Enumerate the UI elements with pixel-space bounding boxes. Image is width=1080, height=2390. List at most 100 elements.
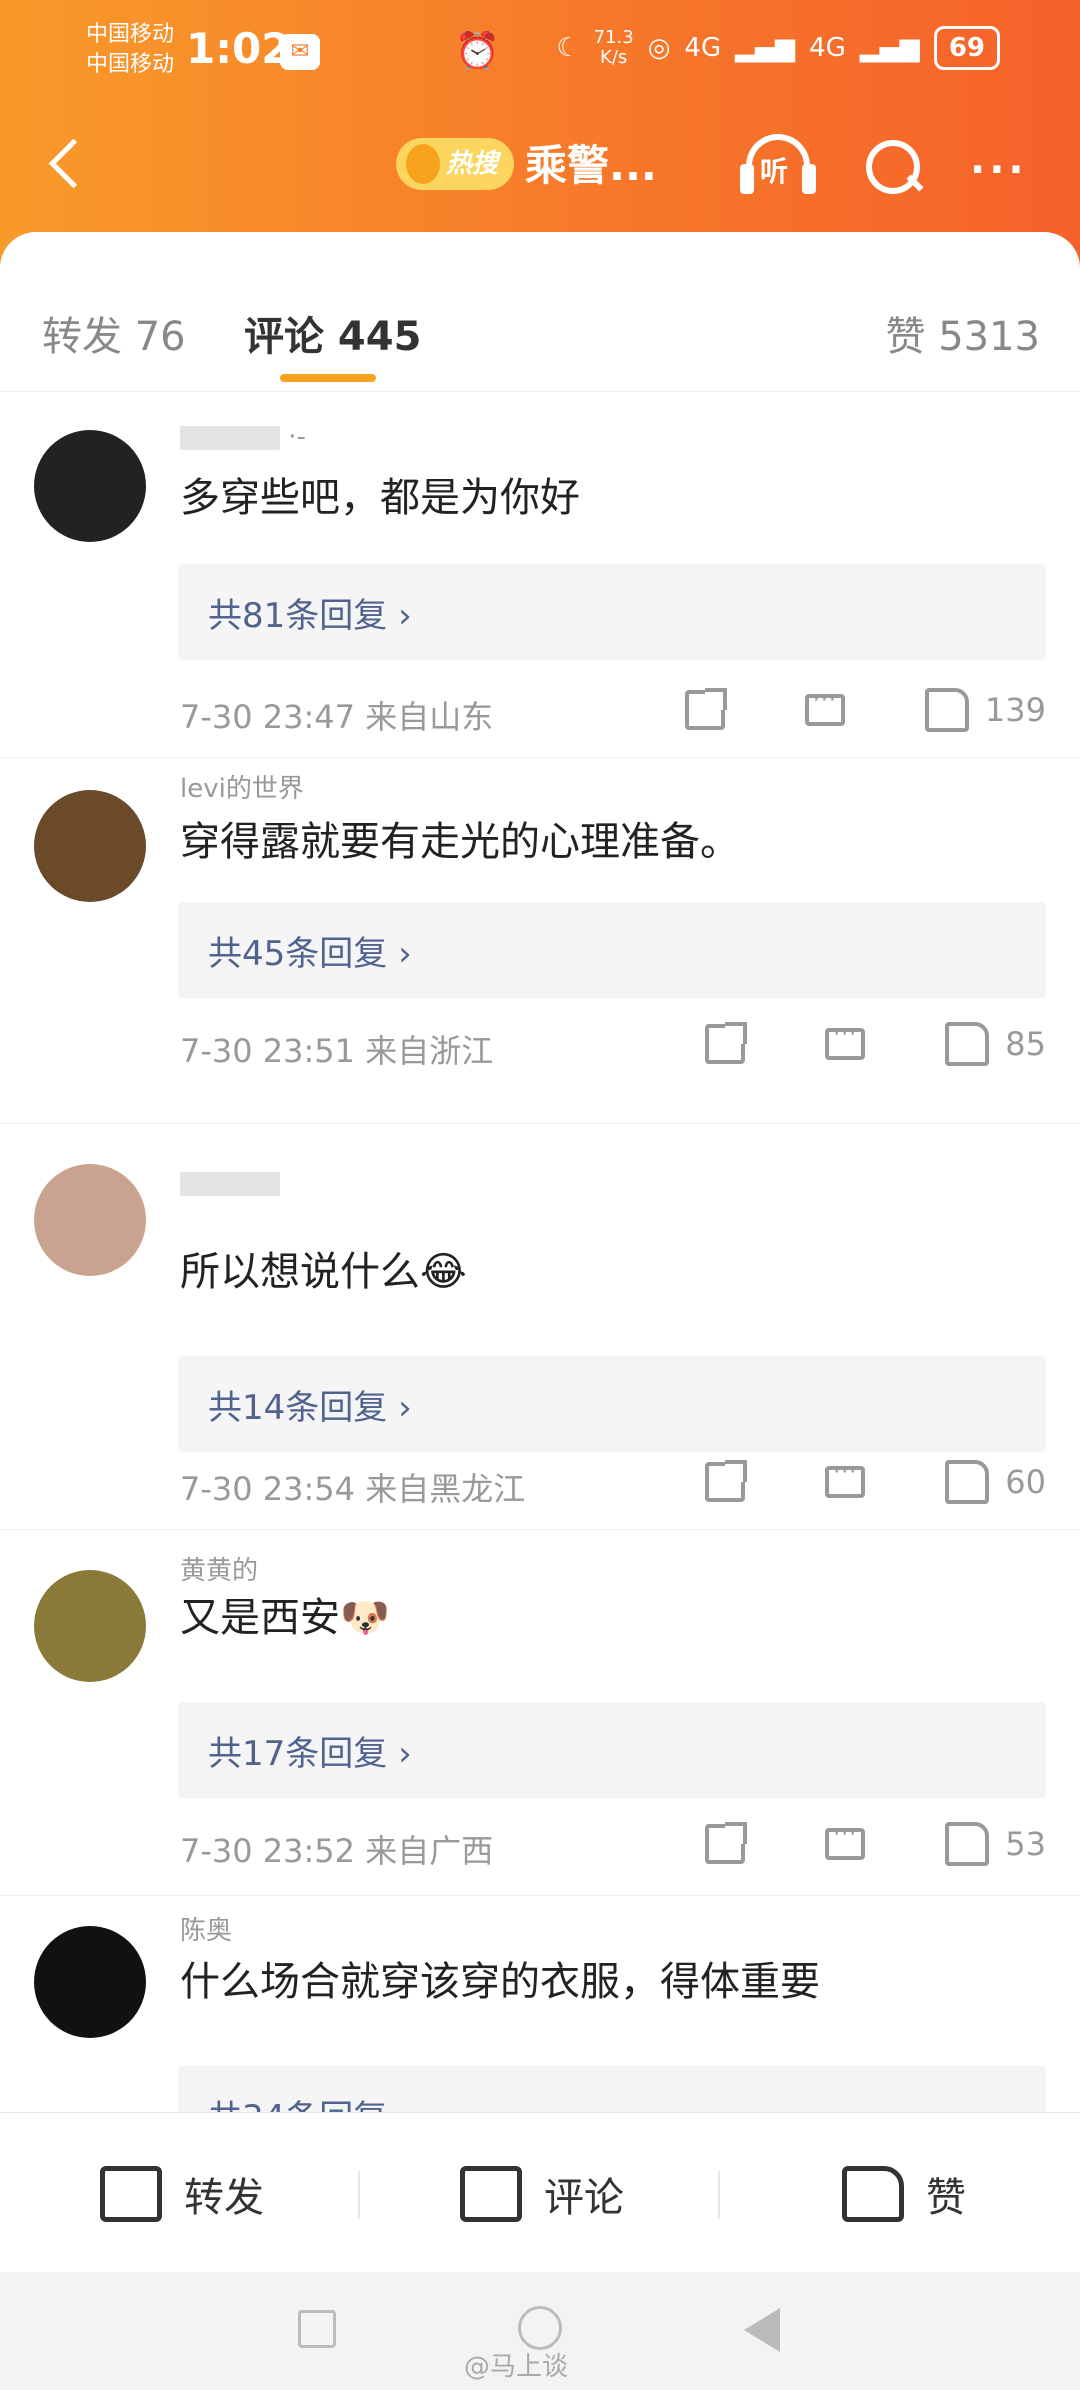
carrier-label: 中国移动 中国移动 bbox=[86, 20, 174, 80]
comment-button[interactable]: 评论 bbox=[460, 2165, 624, 2223]
comment-icon[interactable] bbox=[804, 688, 845, 726]
like-icon[interactable] bbox=[945, 1822, 990, 1866]
comment-icon bbox=[460, 2166, 522, 2222]
username[interactable] bbox=[180, 1168, 280, 1198]
like-icon[interactable] bbox=[945, 1022, 990, 1066]
comment-actions: 85 bbox=[705, 1022, 1046, 1066]
reply-count-box[interactable]: 共34条回复 › bbox=[178, 2066, 1046, 2112]
blurred-username bbox=[180, 1171, 280, 1196]
header-background: 中国移动 中国移动 1:02 ✉ ⏰ ☾ 71.3 K/s ◎ 4G ▂▄▆ 4… bbox=[0, 0, 1080, 270]
tab-repost[interactable]: 转发 76 bbox=[42, 304, 186, 362]
system-back-icon[interactable] bbox=[744, 2308, 780, 2352]
bottom-toolbar: 转发 评论 赞 bbox=[0, 2112, 1080, 2272]
signal-bars-icon: ▂▄▆ bbox=[859, 33, 920, 63]
battery-icon: 69 bbox=[933, 26, 1000, 70]
avatar[interactable] bbox=[34, 1164, 146, 1276]
comment-time: 7-30 23:54 bbox=[180, 1470, 356, 1508]
avatar[interactable] bbox=[34, 790, 146, 902]
alarm-icon: ⏰ bbox=[455, 31, 500, 72]
tab-comments[interactable]: 评论 445 bbox=[244, 304, 421, 362]
active-tab-indicator bbox=[280, 374, 376, 382]
username[interactable]: levi的世界 bbox=[180, 768, 304, 805]
reply-count: 共34条回复 › bbox=[208, 2090, 412, 2112]
comment-actions: 139 bbox=[684, 688, 1046, 732]
signal-1: 4G bbox=[684, 33, 722, 63]
nav-bar: 热搜 乘警... 听 ··· bbox=[0, 120, 1080, 220]
avatar[interactable] bbox=[34, 1570, 146, 1682]
hot-search-label: 热搜 bbox=[446, 149, 499, 179]
signal-bars-icon: ▂▄▆ bbox=[735, 33, 796, 63]
comment-icon[interactable] bbox=[825, 1022, 866, 1060]
share-icon[interactable] bbox=[705, 1822, 748, 1864]
page-title[interactable]: 乘警... bbox=[525, 138, 657, 194]
username[interactable]: ·- bbox=[180, 422, 306, 452]
divider bbox=[718, 2171, 720, 2219]
share-icon[interactable] bbox=[705, 1022, 748, 1064]
comment-meta: 7-30 23:52 来自广西 bbox=[180, 1826, 493, 1872]
tab-bar: 转发 76 评论 445 赞 5313 bbox=[0, 232, 1080, 392]
reply-count: 共45条回复 › bbox=[208, 934, 412, 974]
comment-time: 7-30 23:52 bbox=[180, 1832, 356, 1870]
net-speed: 71.3 K/s bbox=[594, 28, 634, 68]
comment-text: 什么场合就穿该穿的衣服，得体重要 bbox=[180, 1959, 820, 2005]
comment-icon[interactable] bbox=[825, 1460, 866, 1498]
reply-count-box[interactable]: 共17条回复 › bbox=[178, 1702, 1046, 1798]
carrier-2: 中国移动 bbox=[86, 52, 175, 77]
comment-label: 评论 bbox=[544, 2175, 624, 2221]
comment-icon[interactable] bbox=[825, 1822, 866, 1860]
home-icon[interactable] bbox=[518, 2306, 562, 2350]
like-count: 53 bbox=[1005, 1825, 1046, 1863]
reply-count-box[interactable]: 共45条回复 › bbox=[178, 902, 1046, 998]
comment-text: 穿得露就要有走光的心理准备。 bbox=[180, 819, 740, 865]
tab-likes[interactable]: 赞 5313 bbox=[885, 304, 1040, 362]
like-count: 60 bbox=[1005, 1463, 1046, 1501]
comment-text: 又是西安🐶 bbox=[180, 1595, 390, 1641]
comment-time: 7-30 23:51 bbox=[180, 1032, 356, 1070]
flame-icon bbox=[406, 144, 440, 184]
reply-count-box[interactable]: 共81条回复 › bbox=[178, 564, 1046, 660]
comment-location: 来自黑龙江 bbox=[365, 1470, 526, 1508]
comment-actions: 53 bbox=[705, 1822, 1046, 1866]
share-icon[interactable] bbox=[705, 1460, 748, 1502]
comment-item: 所以想说什么😂 共14条回复 › 7-30 23:54 来自黑龙江 60 bbox=[0, 1124, 1080, 1530]
share-icon[interactable] bbox=[684, 688, 727, 730]
like-icon[interactable] bbox=[945, 1460, 990, 1504]
repost-button[interactable]: 转发 bbox=[100, 2165, 264, 2223]
hot-search-badge[interactable]: 热搜 bbox=[396, 138, 515, 190]
username-text: ·- bbox=[288, 422, 306, 452]
comment-text: 多穿些吧，都是为你好 bbox=[180, 475, 580, 521]
comment-location: 来自山东 bbox=[365, 698, 494, 736]
comment-item: 陈奥 什么场合就穿该穿的衣服，得体重要 共34条回复 › bbox=[0, 1896, 1080, 2112]
recents-icon[interactable] bbox=[298, 2310, 336, 2348]
like-icon bbox=[842, 2166, 904, 2222]
watermark: @马上谈 bbox=[464, 2352, 569, 2382]
comment-item: ·- 多穿些吧，都是为你好 共81条回复 › 7-30 23:47 来自山东 1… bbox=[0, 392, 1080, 758]
comment-location: 来自浙江 bbox=[365, 1032, 494, 1070]
comment-meta: 7-30 23:51 来自浙江 bbox=[180, 1026, 493, 1072]
more-icon[interactable]: ··· bbox=[970, 150, 1028, 190]
reply-count: 共14条回复 › bbox=[208, 1388, 412, 1428]
like-count: 139 bbox=[984, 691, 1046, 729]
comment-meta: 7-30 23:47 来自山东 bbox=[180, 692, 493, 738]
like-button[interactable]: 赞 bbox=[842, 2165, 966, 2223]
search-icon[interactable] bbox=[862, 136, 922, 196]
status-bar: 中国移动 中国移动 1:02 ✉ ⏰ ☾ 71.3 K/s ◎ 4G ▂▄▆ 4… bbox=[0, 0, 1080, 110]
listen-icon[interactable]: 听 bbox=[740, 134, 816, 198]
carrier-1: 中国移动 bbox=[86, 22, 175, 47]
avatar[interactable] bbox=[34, 1926, 146, 2038]
comment-time: 7-30 23:47 bbox=[180, 698, 356, 736]
username[interactable]: 陈奥 bbox=[180, 1910, 232, 1947]
share-icon bbox=[100, 2166, 162, 2222]
reply-count: 共17条回复 › bbox=[208, 1734, 412, 1774]
net-speed-unit: K/s bbox=[600, 47, 628, 68]
repost-label: 转发 bbox=[184, 2175, 264, 2221]
username[interactable]: 黄黄的 bbox=[180, 1550, 258, 1587]
wechat-icon: ✉ bbox=[280, 34, 320, 70]
reply-count-box[interactable]: 共14条回复 › bbox=[178, 1356, 1046, 1452]
avatar[interactable] bbox=[34, 430, 146, 542]
status-indicators: ☾ 71.3 K/s ◎ 4G ▂▄▆ 4G ▂▄▆ 69 bbox=[556, 26, 1000, 70]
listen-label: 听 bbox=[760, 155, 789, 188]
like-icon[interactable] bbox=[924, 688, 969, 732]
comments-panel: 转发 76 评论 445 赞 5313 ·- 多穿些吧，都是为你好 共81条回复… bbox=[0, 232, 1080, 2112]
back-arrow-icon[interactable] bbox=[38, 134, 98, 194]
